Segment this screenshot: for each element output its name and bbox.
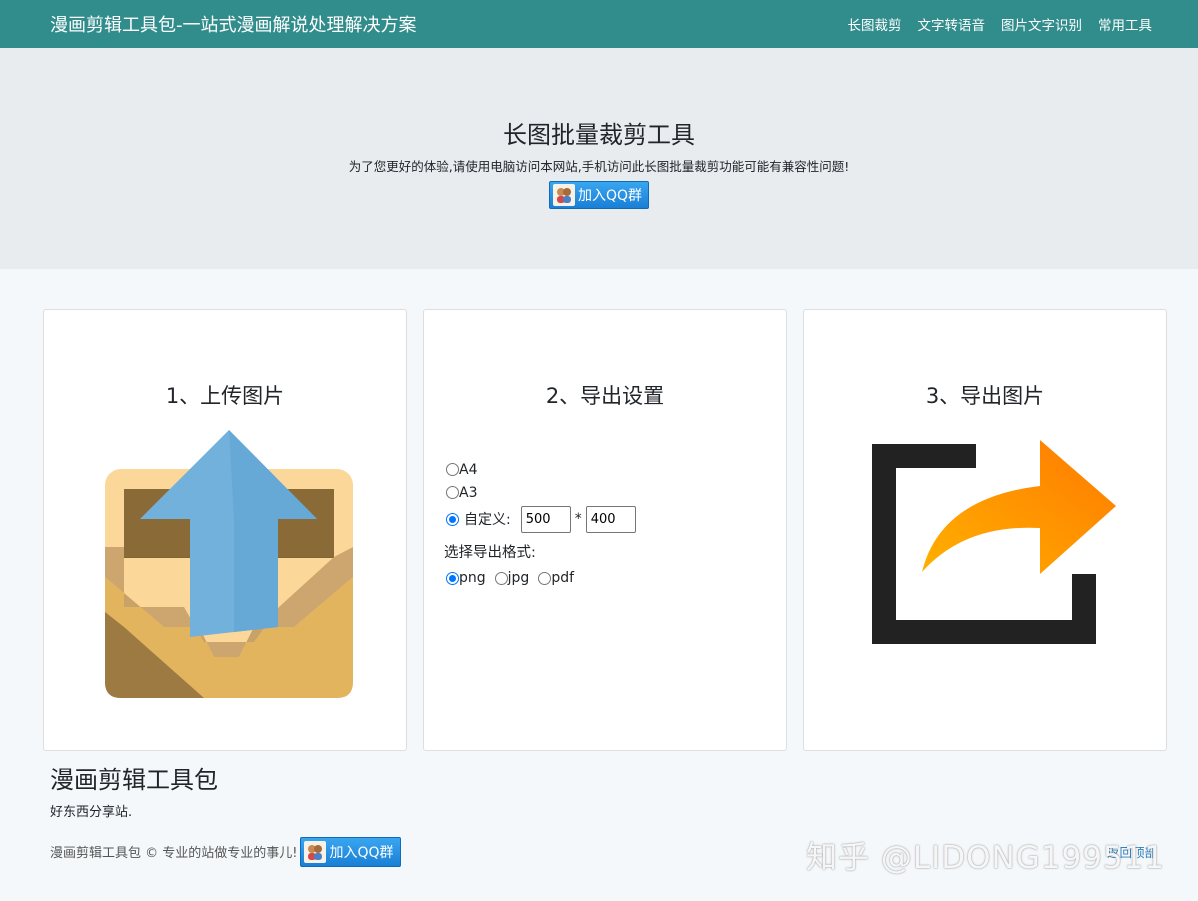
nav-links: 长图裁剪 文字转语音 图片文字识别 常用工具	[848, 14, 1153, 34]
format-label: 选择导出格式:	[444, 545, 536, 561]
compatibility-notice: 为了您更好的体验,请使用电脑访问本网站,手机访问此长图批量裁剪功能可能有兼容性问…	[348, 159, 850, 174]
format-options: png jpg pdf	[446, 570, 636, 586]
size-label-custom: 自定义:	[464, 512, 511, 528]
footer-copyright-line: 漫画剪辑工具包 © 专业的站做专业的事儿! 加入QQ群	[50, 836, 401, 867]
qq-face-icon	[304, 840, 327, 863]
settings-step-title: 2、导出设置	[545, 384, 665, 408]
nav-link-common-tools[interactable]: 常用工具	[1098, 14, 1152, 34]
upload-box-icon[interactable]	[104, 427, 354, 699]
size-radio-a4[interactable]	[446, 463, 459, 476]
format-label-pdf: pdf	[551, 570, 575, 586]
join-qq-group-button[interactable]: 加入QQ群	[548, 181, 650, 209]
format-option-pdf[interactable]: pdf	[538, 570, 574, 586]
hero-banner: 长图批量裁剪工具 为了您更好的体验,请使用电脑访问本网站,手机访问此长图批量裁剪…	[0, 48, 1198, 269]
format-radio-pdf[interactable]	[538, 571, 552, 585]
size-option-a4[interactable]: A4	[446, 458, 636, 481]
format-label-png: png	[459, 570, 486, 586]
site-brand[interactable]: 漫画剪辑工具包-一站式漫画解说处理解决方案	[50, 11, 417, 37]
nav-link-long-image-crop[interactable]: 长图裁剪	[848, 14, 902, 34]
back-to-top-link[interactable]: 返回顶部	[1107, 842, 1157, 861]
settings-form: A4 A3 自定义: * 选择导出格式: png jpg pdf	[444, 458, 636, 586]
qq-face-icon	[552, 184, 575, 206]
upload-card[interactable]: 1、上传图片	[43, 309, 407, 751]
format-label-jpg: jpg	[507, 570, 530, 586]
footer-join-qq-group-label: 加入QQ群	[329, 844, 394, 861]
custom-height-input[interactable]	[585, 505, 636, 533]
format-option-jpg[interactable]: jpg	[494, 570, 530, 586]
footer-title: 漫画剪辑工具包	[50, 766, 218, 794]
size-radio-a3[interactable]	[446, 486, 459, 499]
size-option-custom[interactable]: 自定义: *	[446, 504, 636, 534]
join-qq-group-label: 加入QQ群	[577, 188, 643, 204]
size-label-a3: A3	[459, 484, 478, 501]
footer-subtitle: 好东西分享站.	[50, 805, 133, 820]
times-sign: *	[574, 511, 582, 527]
format-radio-png[interactable]	[446, 571, 459, 585]
format-option-png[interactable]: png	[446, 570, 486, 586]
format-radio-jpg[interactable]	[494, 571, 508, 585]
footer-copyright: 漫画剪辑工具包 © 专业的站做专业的事儿!	[50, 846, 298, 861]
nav-link-text-to-speech[interactable]: 文字转语音	[918, 14, 986, 34]
upload-step-title: 1、上传图片	[165, 384, 285, 408]
nav-link-image-ocr[interactable]: 图片文字识别	[1001, 14, 1082, 34]
export-settings-card: 2、导出设置 A4 A3 自定义: * 选择导出格式: png jpg	[423, 309, 787, 751]
export-step-title: 3、导出图片	[925, 384, 1045, 408]
custom-width-input[interactable]	[520, 505, 571, 533]
footer-join-qq-group-button[interactable]: 加入QQ群	[300, 836, 401, 867]
export-card[interactable]: 3、导出图片	[803, 309, 1167, 751]
size-label-a4: A4	[459, 461, 478, 478]
size-radio-custom[interactable]	[446, 512, 459, 526]
size-option-a3[interactable]: A3	[446, 481, 636, 504]
top-navbar: 漫画剪辑工具包-一站式漫画解说处理解决方案 长图裁剪 文字转语音 图片文字识别 …	[0, 0, 1198, 48]
page-title: 长图批量裁剪工具	[503, 121, 695, 149]
export-share-icon[interactable]	[870, 438, 1116, 644]
